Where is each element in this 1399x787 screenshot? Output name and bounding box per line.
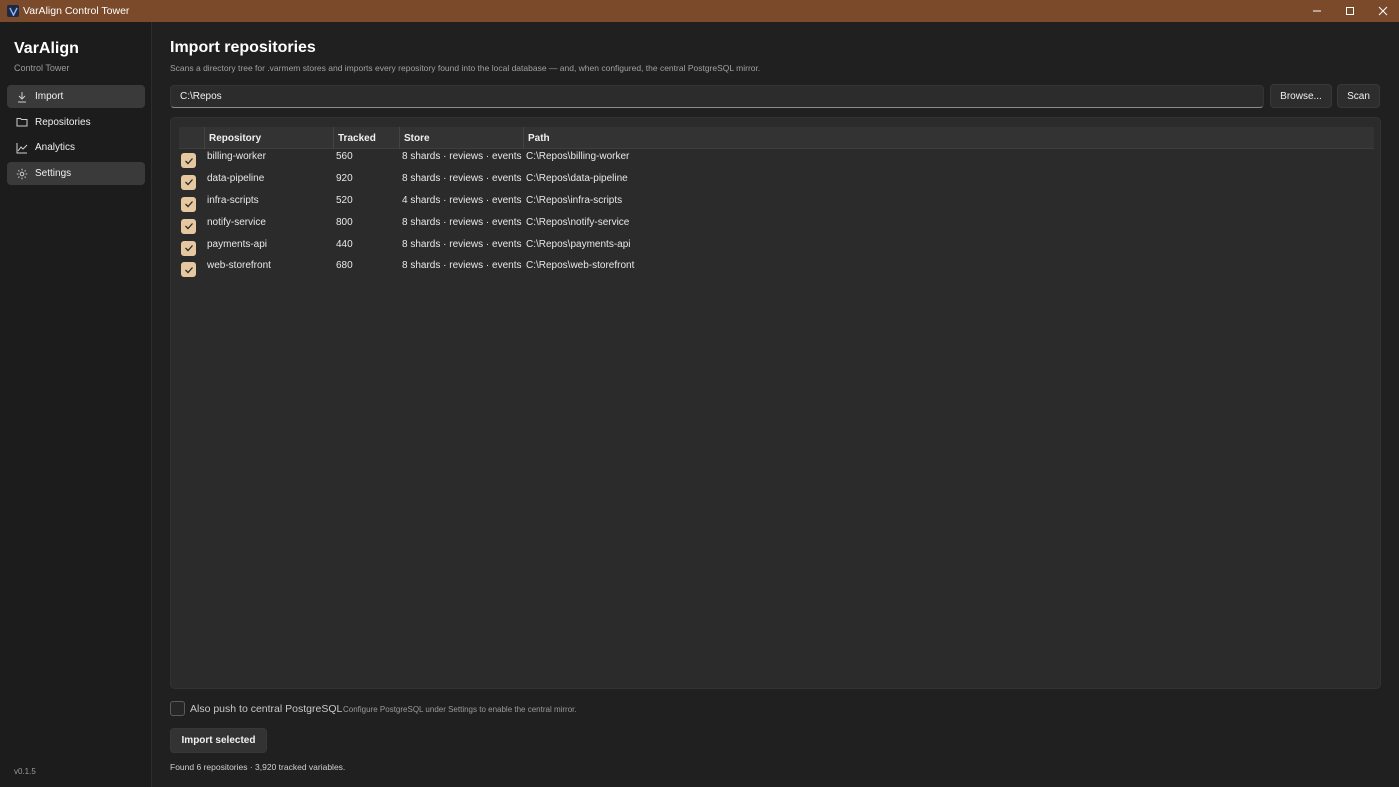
version-label: v0.1.5: [14, 767, 36, 776]
row-checkbox[interactable]: [181, 262, 196, 278]
sidebar-item-label: Repositories: [35, 116, 91, 128]
push-to-postgres-label[interactable]: Also push to central PostgreSQL: [190, 703, 342, 715]
table-header: Repository Tracked Store Path: [179, 127, 1374, 149]
row-checkbox[interactable]: [181, 196, 196, 212]
directory-path-input[interactable]: [170, 85, 1264, 108]
status-text: Found 6 repositories · 3,920 tracked var…: [170, 762, 346, 772]
column-header-path[interactable]: Path: [524, 127, 1374, 149]
sidebar-item-repositories[interactable]: Repositories: [7, 111, 145, 134]
main-content: Import repositories Scans a directory tr…: [170, 22, 1382, 787]
repository-name: data-pipeline: [207, 172, 265, 184]
store-info: 8 shards · reviews · events: [402, 260, 522, 272]
row-checkbox[interactable]: [181, 174, 196, 190]
repository-name: web-storefront: [207, 260, 271, 272]
table-row[interactable]: infra-scripts 520 4 shards · reviews · e…: [179, 193, 1374, 215]
tracked-count: 680: [336, 260, 353, 272]
page-description: Scans a directory tree for .varmem store…: [170, 63, 761, 73]
checkmark-icon: [184, 245, 193, 252]
repository-name: payments-api: [207, 238, 268, 250]
table-body: billing-worker 560 8 shards · reviews · …: [179, 149, 1374, 280]
repository-path: C:\Repos\web-storefront: [526, 260, 635, 272]
repository-path: C:\Repos\billing-worker: [526, 151, 630, 162]
repository-name: infra-scripts: [207, 194, 259, 206]
brand-subtitle: Control Tower: [14, 63, 70, 73]
checkmark-icon: [184, 223, 193, 230]
repositories-table: Repository Tracked Store Path billing-wo…: [170, 117, 1381, 689]
table-row[interactable]: notify-service 800 8 shards · reviews · …: [179, 215, 1374, 237]
push-to-postgres-checkbox[interactable]: [170, 701, 185, 716]
tracked-count: 920: [336, 172, 353, 184]
store-info: 8 shards · reviews · events: [402, 238, 522, 250]
tracked-count: 520: [336, 194, 353, 206]
sidebar-item-label: Analytics: [35, 142, 76, 154]
close-icon[interactable]: [1366, 0, 1399, 22]
sidebar-item-label: Import: [35, 91, 64, 102]
tracked-count: 440: [336, 238, 353, 250]
row-checkbox[interactable]: [181, 153, 196, 168]
checkmark-icon: [184, 267, 193, 274]
sidebar-item-import[interactable]: Import: [7, 85, 145, 108]
tracked-count: 560: [336, 151, 353, 162]
table-row[interactable]: web-storefront 680 8 shards · reviews · …: [179, 258, 1374, 280]
folder-icon: [16, 116, 28, 128]
repository-path: C:\Repos\notify-service: [526, 216, 630, 228]
repository-name: notify-service: [207, 216, 266, 228]
checkmark-icon: [184, 201, 193, 208]
sidebar-item-analytics[interactable]: Analytics: [7, 136, 145, 159]
app-logo-icon: [7, 5, 19, 17]
minimize-icon[interactable]: [1300, 0, 1333, 22]
scan-button[interactable]: Scan: [1337, 84, 1380, 108]
repository-path: C:\Repos\infra-scripts: [526, 194, 623, 206]
brand-name: VarAlign: [14, 40, 79, 57]
browse-button[interactable]: Browse...: [1270, 84, 1332, 108]
window-controls: [1300, 0, 1399, 22]
store-info: 8 shards · reviews · events: [402, 172, 522, 184]
download-icon: [16, 91, 28, 103]
checkmark-icon: [184, 179, 193, 186]
window-title: VarAlign Control Tower: [23, 5, 130, 17]
sidebar-item-label: Settings: [35, 168, 72, 180]
select-column-header: [179, 127, 205, 149]
postgres-config-hint: Configure PostgreSQL under Settings to e…: [343, 705, 577, 714]
column-header-repository[interactable]: Repository: [205, 127, 334, 149]
maximize-icon[interactable]: [1333, 0, 1366, 22]
column-header-store[interactable]: Store: [400, 127, 524, 149]
checkmark-icon: [184, 157, 193, 164]
repository-path: C:\Repos\payments-api: [526, 238, 631, 250]
title-bar: VarAlign Control Tower: [0, 0, 1399, 22]
table-row[interactable]: billing-worker 560 8 shards · reviews · …: [179, 149, 1374, 171]
repository-name: billing-worker: [207, 151, 266, 162]
page-title: Import repositories: [170, 39, 316, 56]
column-header-tracked[interactable]: Tracked: [334, 127, 400, 149]
chart-icon: [16, 142, 28, 154]
sidebar: VarAlign Control Tower Import Repositori…: [0, 22, 152, 787]
gear-icon: [16, 168, 28, 180]
tracked-count: 800: [336, 216, 353, 228]
table-row[interactable]: payments-api 440 8 shards · reviews · ev…: [179, 237, 1374, 259]
store-info: 4 shards · reviews · events: [402, 194, 522, 206]
row-checkbox[interactable]: [181, 218, 196, 234]
sidebar-nav: Import Repositories Analytics Settings: [7, 85, 145, 188]
sidebar-item-settings[interactable]: Settings: [7, 162, 145, 186]
store-info: 8 shards · reviews · events: [402, 151, 522, 162]
import-selected-button[interactable]: Import selected: [170, 728, 267, 753]
repository-path: C:\Repos\data-pipeline: [526, 172, 628, 184]
store-info: 8 shards · reviews · events: [402, 216, 522, 228]
row-checkbox[interactable]: [181, 240, 196, 256]
table-row[interactable]: data-pipeline 920 8 shards · reviews · e…: [179, 171, 1374, 193]
